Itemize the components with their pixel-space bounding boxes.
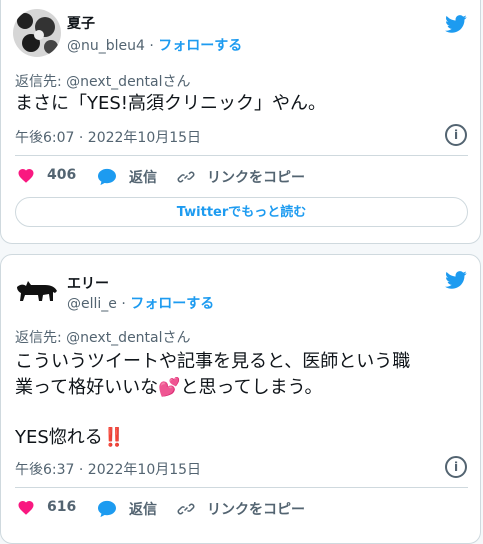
copy-link-label: リンクをコピー xyxy=(207,502,305,518)
author-name[interactable]: エリー xyxy=(67,273,109,293)
timestamp[interactable]: 午後6:37 · 2022年10月15日 xyxy=(15,459,201,479)
reply-to[interactable]: 返信先: @next_dentalさん xyxy=(15,327,191,347)
like-count: 616 xyxy=(47,499,77,515)
avatar[interactable] xyxy=(13,265,61,313)
tweet-text-line-1: こういうツイートや記事を見ると、医師という職 xyxy=(15,351,411,372)
tweet-text-line-3: YES惚れる‼️ xyxy=(15,427,126,448)
reply-bubble-icon xyxy=(98,168,116,186)
tweet-text: まさに「YES!高須クリニック」やん。 xyxy=(15,93,327,114)
tweet-text-line-2: 業って格好いいな💕と思ってしまう。 xyxy=(15,377,323,398)
author-name[interactable]: 夏子 xyxy=(67,13,95,33)
heart-icon xyxy=(18,500,34,515)
reply-label: 返信 xyxy=(129,502,157,518)
reply-bubble-icon xyxy=(98,500,116,518)
reply-button[interactable]: 返信 xyxy=(97,167,157,187)
copy-link-label: リンクをコピー xyxy=(207,170,305,186)
twitter-bird-icon[interactable] xyxy=(443,13,469,35)
divider xyxy=(15,487,468,488)
follow-button[interactable]: フォローする xyxy=(130,296,214,312)
twitter-bird-icon[interactable] xyxy=(443,269,469,291)
link-icon xyxy=(177,171,195,183)
author-handle[interactable]: @nu_bleu4 xyxy=(67,38,145,54)
timestamp[interactable]: 午後6:07 · 2022年10月15日 xyxy=(15,127,201,147)
info-icon[interactable]: i xyxy=(445,124,467,146)
tweet-card-1: 夏子 @nu_bleu4 · フォローする 返信先: @next_dentalさ… xyxy=(0,0,481,244)
copy-link-button[interactable]: リンクをコピー xyxy=(177,499,305,519)
read-more-button[interactable]: Twitterでもっと読む xyxy=(15,197,468,227)
reply-button[interactable]: 返信 xyxy=(97,499,157,519)
avatar[interactable] xyxy=(13,9,61,57)
reply-label: 返信 xyxy=(129,170,157,186)
author-handle-row: @elli_e · フォローする xyxy=(67,296,215,312)
tweet-card-2: エリー @elli_e · フォローする 返信先: @next_dentalさん… xyxy=(0,254,481,544)
like-button[interactable]: 616 xyxy=(17,499,76,515)
author-handle-row: @nu_bleu4 · フォローする xyxy=(67,38,243,54)
heart-icon xyxy=(18,168,34,183)
follow-button[interactable]: フォローする xyxy=(158,38,242,54)
like-button[interactable]: 406 xyxy=(17,167,76,183)
copy-link-button[interactable]: リンクをコピー xyxy=(177,167,305,187)
link-icon xyxy=(177,503,195,515)
divider xyxy=(15,155,468,156)
info-icon[interactable]: i xyxy=(445,456,467,478)
author-handle[interactable]: @elli_e xyxy=(67,296,117,312)
reply-to[interactable]: 返信先: @next_dentalさん xyxy=(15,71,191,91)
like-count: 406 xyxy=(47,167,77,183)
